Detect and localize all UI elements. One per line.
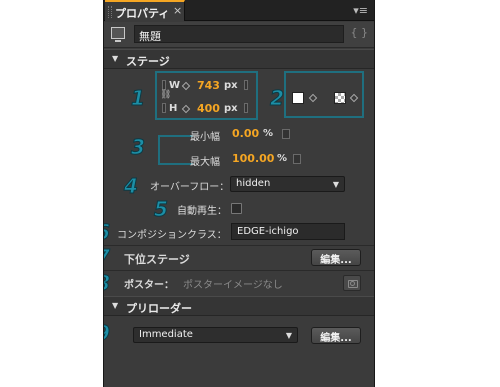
min-width-unit[interactable]: %	[263, 128, 273, 139]
preloader-dropdown[interactable]: Immediate ▼	[133, 327, 298, 343]
annotation-box-3	[158, 135, 193, 165]
annotation-number-8: 8	[104, 271, 110, 296]
composition-class-field[interactable]: EDGE-ichigo	[231, 223, 345, 240]
collapse-triangle-icon[interactable]: ▼	[112, 301, 118, 310]
preloader-edit-button[interactable]: 編集...	[311, 327, 361, 344]
collapse-triangle-icon[interactable]: ▼	[112, 54, 118, 63]
stage-monitor-icon	[111, 27, 125, 42]
min-width-link-box[interactable]	[282, 129, 290, 139]
stage-height-value[interactable]: 400	[197, 102, 220, 115]
annotation-number-7: 7	[104, 245, 110, 270]
annotation-number-3: 3	[131, 135, 146, 160]
composition-class-label: コンポジションクラス：	[117, 230, 227, 241]
poster-label: ポスター：	[124, 280, 174, 291]
properties-panel: プロパティ × ▾≡ 無題 { } ▼ ステージ 1 W 743 px ⛓ H …	[103, 0, 375, 387]
h-align-box[interactable]	[244, 103, 248, 113]
annotation-number-1: 1	[131, 86, 146, 111]
overflow-dropdown[interactable]: hidden ▼	[230, 176, 345, 192]
stage-width-value[interactable]: 743	[197, 79, 220, 92]
section-stage-label: ステージ	[126, 55, 170, 68]
annotation-number-5: 5	[154, 197, 169, 222]
divider	[104, 270, 374, 271]
section-stage-header[interactable]: ▼ ステージ	[104, 49, 374, 69]
divider	[104, 245, 374, 246]
w-align-box[interactable]	[244, 80, 248, 90]
min-width-value[interactable]: 0.00	[232, 127, 259, 140]
max-width-value[interactable]: 100.00	[232, 152, 274, 165]
overflow-value: hidden	[236, 178, 271, 189]
background-color-swatch[interactable]	[292, 92, 304, 104]
code-icon[interactable]: { }	[351, 26, 369, 39]
height-unit[interactable]: px	[224, 103, 238, 114]
annotation-number-4: 4	[124, 174, 139, 199]
tab-properties[interactable]: プロパティ ×	[105, 0, 185, 21]
tab-title: プロパティ	[115, 7, 170, 20]
substage-label: 下位ステージ	[124, 253, 190, 266]
max-width-link-box[interactable]	[293, 154, 301, 164]
h-label: H	[169, 103, 178, 114]
min-width-label: 最小幅	[190, 132, 220, 143]
link-proportions-icon[interactable]: ⛓	[160, 90, 171, 100]
section-preloader-label: プリローダー	[126, 302, 192, 315]
annotation-number-6: 6	[104, 220, 110, 245]
overflow-label: オーバーフロー：	[150, 182, 230, 193]
chevron-down-icon: ▼	[285, 331, 292, 340]
annotation-number-2: 2	[270, 86, 285, 111]
poster-placeholder: ポスターイメージなし	[183, 280, 283, 291]
close-icon[interactable]: ×	[173, 4, 182, 17]
transparency-swatch[interactable]	[334, 92, 346, 104]
annotation-number-9: 9	[104, 321, 110, 346]
camera-icon[interactable]	[343, 275, 361, 291]
grip-icon[interactable]	[108, 6, 112, 18]
document-name-field[interactable]: 無題	[134, 25, 344, 43]
autoplay-label: 自動再生：	[177, 206, 227, 217]
chevron-down-icon: ▼	[332, 180, 339, 189]
panel-menu-icon[interactable]: ▾≡	[353, 4, 368, 17]
max-width-unit[interactable]: %	[277, 153, 287, 164]
width-unit[interactable]: px	[224, 80, 238, 91]
preloader-value: Immediate	[139, 329, 193, 340]
section-preloader-header[interactable]: ▼ プリローダー	[104, 296, 374, 316]
h-stopwatch[interactable]	[162, 103, 166, 113]
autoplay-checkbox[interactable]	[231, 203, 242, 214]
document-row: 無題 { }	[104, 22, 374, 48]
panel-tabbar: プロパティ × ▾≡	[104, 0, 374, 21]
substage-edit-button[interactable]: 編集...	[311, 249, 361, 266]
w-stopwatch[interactable]	[162, 80, 166, 90]
max-width-label: 最大幅	[190, 157, 220, 168]
